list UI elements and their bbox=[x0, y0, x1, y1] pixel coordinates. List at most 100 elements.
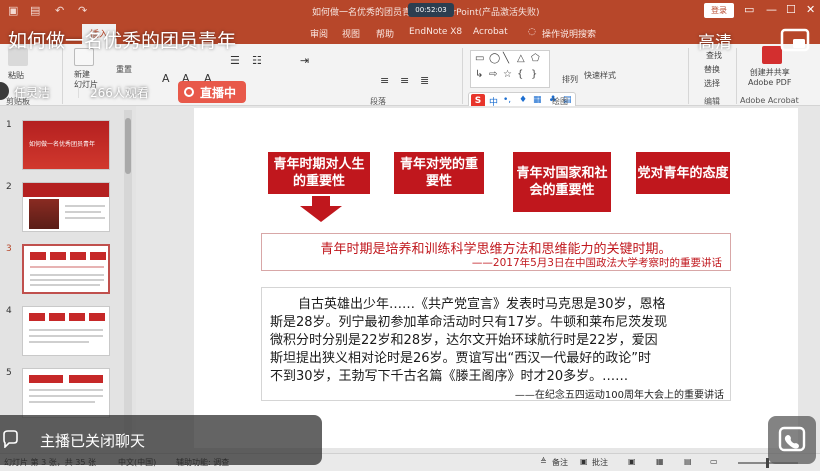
thumbnail-text bbox=[65, 205, 105, 207]
thumbnail-text bbox=[29, 335, 103, 337]
live-icon bbox=[184, 87, 194, 97]
quote-box-1: 青年时期是培养和训练科学思维方法和思维能力的关键时期。 ——2017年5月3日在… bbox=[261, 233, 731, 271]
thumbnail-text bbox=[29, 401, 95, 403]
tab-review[interactable]: 审阅 bbox=[310, 27, 328, 40]
thumbnail-scrollbar[interactable] bbox=[124, 110, 132, 450]
quality-selector[interactable]: 高清 bbox=[698, 28, 732, 53]
undo-icon[interactable]: ↶ bbox=[55, 4, 64, 17]
close-icon[interactable]: ✕ bbox=[806, 3, 815, 16]
thumbnail-block bbox=[49, 313, 65, 321]
microphone-icon[interactable]: ♦ bbox=[519, 95, 527, 105]
topic-button-label: 青年对党的重要性 bbox=[399, 157, 478, 189]
quote-line: 微积分时分别是22岁和28岁，达尔文开始环球航行时是22岁，爱因 bbox=[270, 333, 658, 348]
slide-thumbnail-5[interactable] bbox=[22, 368, 110, 418]
topic-button-label: 青年时期对人生的重要性 bbox=[273, 157, 365, 189]
tell-me-search[interactable]: 操作说明搜索 bbox=[542, 27, 596, 40]
topic-button-3[interactable]: 青年对国家和社会的重要性 bbox=[513, 152, 611, 212]
paste-button[interactable]: 粘贴 bbox=[8, 70, 24, 81]
slide-thumbnail-2[interactable] bbox=[22, 182, 110, 232]
picture-in-picture-icon[interactable] bbox=[780, 28, 810, 54]
replace-button[interactable]: 替换 bbox=[704, 64, 720, 75]
normal-view-icon[interactable]: ▣ bbox=[628, 457, 636, 466]
slide-thumbnail-1[interactable]: 如何做一名优秀团员青年 bbox=[22, 120, 110, 170]
punctuation-icon[interactable]: •, bbox=[503, 95, 511, 105]
topic-button-2[interactable]: 青年对党的重要性 bbox=[394, 152, 484, 194]
bullets-icon[interactable]: ☰ bbox=[230, 54, 240, 67]
thumbnail-number: 1 bbox=[6, 120, 12, 130]
slideshow-icon[interactable]: ▭ bbox=[710, 457, 718, 466]
maximize-icon[interactable]: ☐ bbox=[786, 3, 796, 16]
chat-disabled-icon bbox=[3, 430, 18, 448]
thumbnail-number: 3 bbox=[6, 244, 12, 254]
redo-icon[interactable]: ↷ bbox=[78, 4, 87, 17]
topic-button-4[interactable]: 党对青年的态度 bbox=[636, 152, 730, 194]
down-arrow-icon bbox=[300, 196, 342, 222]
tab-view[interactable]: 视图 bbox=[342, 27, 360, 40]
slide-thumbnails-panel: 1 如何做一名优秀团员青年 2 3 4 5 bbox=[0, 106, 136, 454]
create-share-pdf-button[interactable]: 创建并共享 Adobe PDF bbox=[748, 68, 791, 88]
select-button[interactable]: 选择 bbox=[704, 78, 720, 89]
notes-button[interactable]: 备注 bbox=[552, 457, 568, 468]
host-name[interactable]: 任灵洁 bbox=[14, 84, 50, 101]
thumbnail-text bbox=[30, 284, 100, 286]
autosave-icon[interactable]: ▣ bbox=[8, 4, 18, 17]
slide-thumbnail-3[interactable] bbox=[22, 244, 110, 294]
quick-styles-button[interactable]: 快速样式 bbox=[584, 70, 616, 81]
thumbnail-text bbox=[29, 395, 103, 397]
group-divider bbox=[62, 48, 63, 104]
save-icon[interactable]: ▤ bbox=[30, 4, 40, 17]
scrollbar-thumb[interactable] bbox=[125, 118, 131, 174]
align-center-icon[interactable]: ≡ bbox=[380, 74, 389, 87]
login-button[interactable]: 登录 bbox=[704, 3, 734, 18]
phone-icon bbox=[778, 426, 806, 452]
quote-source: ——在纪念五四运动100周年大会上的重要讲话 bbox=[514, 390, 724, 401]
chat-status-bar: 主播已关闭聊天 bbox=[0, 415, 322, 465]
thumbnail-text bbox=[30, 274, 104, 276]
comments-icon: ▣ bbox=[580, 457, 588, 466]
quote-line: 斯是28岁。列宁最初参加革命活动时只有17岁。牛顿和莱布尼茨发现 bbox=[270, 315, 668, 330]
acrobat-group-label: Adobe Acrobat bbox=[740, 96, 799, 105]
font-size-up-icon[interactable]: A bbox=[162, 72, 170, 85]
arrange-button[interactable]: 排列 bbox=[562, 74, 578, 85]
thumbnail-number: 5 bbox=[6, 368, 12, 378]
group-divider bbox=[736, 48, 737, 104]
minimize-icon[interactable]: — bbox=[766, 3, 777, 16]
thumbnail-block bbox=[50, 252, 66, 260]
thumbnail-text bbox=[30, 266, 104, 268]
quote-line: 不到30岁，王勃写下千古名篇《滕王阁序》时才20多岁。…… bbox=[270, 369, 629, 384]
group-divider bbox=[688, 48, 689, 104]
thumbnail-block bbox=[89, 313, 105, 321]
tab-endnote[interactable]: EndNote X8 bbox=[409, 27, 462, 37]
slide-sorter-icon[interactable]: ▦ bbox=[656, 457, 664, 466]
justify-icon[interactable]: ≣ bbox=[420, 74, 429, 87]
tab-help[interactable]: 帮助 bbox=[376, 27, 394, 40]
thumbnail-text bbox=[65, 217, 105, 219]
thumbnail-header bbox=[23, 183, 109, 197]
thumbnail-block bbox=[30, 252, 46, 260]
live-badge: 直播中 bbox=[178, 81, 246, 103]
adobe-pdf-icon[interactable] bbox=[762, 46, 782, 64]
topic-button-label: 青年对国家和社会的重要性 bbox=[516, 166, 608, 198]
ribbon-display-icon[interactable]: ▭ bbox=[744, 3, 754, 16]
thumbnail-text bbox=[29, 389, 103, 391]
slide-thumbnail-4[interactable] bbox=[22, 306, 110, 356]
shapes-gallery[interactable]: ▭ ◯ ╲ △ ⬠ ↳ ⇨ ☆{} bbox=[470, 50, 550, 88]
recording-timer: 00:52:03 bbox=[408, 3, 454, 17]
comments-button[interactable]: 批注 bbox=[592, 457, 608, 468]
reset-button[interactable]: 重置 bbox=[116, 64, 132, 75]
thumbnail-block bbox=[29, 313, 45, 321]
indent-icon[interactable]: ⇥ bbox=[300, 54, 309, 67]
thumbnail-caption: 如何做一名优秀团员青年 bbox=[29, 141, 96, 148]
keyboard-icon[interactable]: ▦ bbox=[533, 95, 542, 105]
quote-source: ——2017年5月3日在中国政法大学考察时的重要讲话 bbox=[471, 257, 722, 269]
tab-acrobat[interactable]: Acrobat bbox=[473, 27, 508, 37]
thumbnail-block bbox=[29, 375, 63, 383]
align-right-icon[interactable]: ≡ bbox=[400, 74, 409, 87]
topic-button-1[interactable]: 青年时期对人生的重要性 bbox=[268, 152, 370, 194]
viewer-count: 266人观看 bbox=[90, 86, 149, 100]
numbering-icon[interactable]: ☷ bbox=[252, 54, 262, 67]
title-bar: ▣ ▤ ↶ ↷ 如何做一名优秀的团员青年 - PowerPoint(产品激活失败… bbox=[0, 0, 820, 22]
reading-view-icon[interactable]: ▤ bbox=[684, 457, 692, 466]
call-button[interactable] bbox=[768, 416, 816, 464]
thumbnail-photo bbox=[29, 199, 59, 229]
